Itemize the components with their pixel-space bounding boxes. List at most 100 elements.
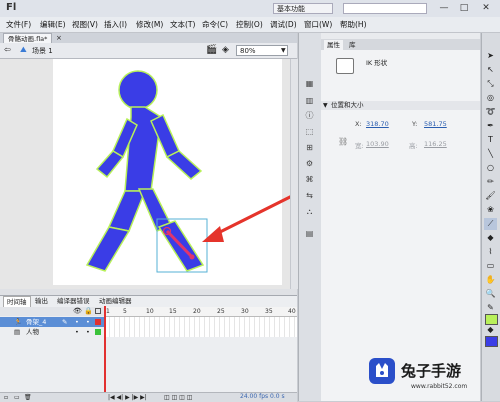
layer-icon: ▤ <box>14 328 21 336</box>
back-arrow-icon[interactable]: ⇦ <box>4 45 11 54</box>
visibility-dot[interactable]: • <box>75 327 79 337</box>
layer-name: 人物 <box>26 328 39 336</box>
3d-rotation-icon[interactable]: ◎ <box>484 92 497 104</box>
lock-dot[interactable]: • <box>86 327 90 337</box>
lock-icon[interactable]: 🔒 <box>84 307 93 316</box>
h-value[interactable]: 116.25 <box>424 140 447 148</box>
y-label: Y: <box>412 120 418 128</box>
position-size-section[interactable]: 位置和大小 <box>321 101 480 110</box>
pen-tool-icon[interactable]: ✒ <box>484 120 497 132</box>
menu-commands[interactable]: 命令(C) <box>202 18 228 31</box>
object-type-label: IK 形状 <box>366 59 388 67</box>
paint-bucket-icon[interactable]: ◆ <box>484 232 497 244</box>
vertical-scrollbar[interactable] <box>290 59 298 289</box>
frame-row[interactable] <box>105 317 297 327</box>
menu-file[interactable]: 文件(F) <box>6 18 31 31</box>
outline-icon[interactable] <box>95 308 101 314</box>
subselection-tool-icon[interactable]: ↖ <box>484 64 497 76</box>
components-icon[interactable]: ⊞ <box>303 142 316 154</box>
layer-color-box[interactable] <box>95 329 101 335</box>
hand-tool-icon[interactable]: ✋ <box>484 274 497 286</box>
menu-window[interactable]: 窗口(W) <box>304 18 332 31</box>
frame-ruler[interactable]: 1 5 10 15 20 25 30 35 40 <box>105 307 297 317</box>
menu-debug[interactable]: 调试(D) <box>270 18 297 31</box>
tab-library[interactable]: 库 <box>346 40 359 50</box>
eyedropper-icon[interactable]: ⌇ <box>484 246 497 258</box>
layer-color-box[interactable] <box>95 319 101 325</box>
scene-label: 场景 1 <box>32 47 53 55</box>
tab-motion-editor[interactable]: 动画编辑器 <box>96 296 135 306</box>
watermark-logo <box>369 358 395 384</box>
time-value: 0.0 s <box>270 393 285 400</box>
close-tab-icon[interactable]: × <box>56 33 62 43</box>
transform-icon[interactable]: ⬚ <box>303 126 316 138</box>
align-icon[interactable]: ▥ <box>303 95 316 107</box>
ruler-tick: 35 <box>265 308 273 315</box>
tab-timeline[interactable]: 时间轴 <box>3 296 31 307</box>
selection-tool-icon[interactable]: ➤ <box>484 50 497 62</box>
strings-icon[interactable]: ▤ <box>303 228 316 240</box>
chevron-down-icon[interactable]: ▼ <box>323 101 328 110</box>
workspace-switcher[interactable]: 基本功能 <box>273 3 333 14</box>
menu-modify[interactable]: 修改(M) <box>136 18 163 31</box>
text-tool-icon[interactable]: T <box>484 134 497 146</box>
h-label: 高: <box>409 142 418 150</box>
tab-compiler-errors[interactable]: 编译器错误 <box>54 296 93 306</box>
history-icon[interactable]: ⌘ <box>303 174 316 186</box>
playhead[interactable] <box>104 306 106 392</box>
maximize-button[interactable]: □ <box>456 2 472 14</box>
link-icon[interactable]: ⛓ <box>338 137 348 146</box>
menu-insert[interactable]: 插入(I) <box>104 18 127 31</box>
y-value[interactable]: 581.75 <box>424 120 447 128</box>
menu-view[interactable]: 视图(V) <box>72 18 98 31</box>
ruler-tick: 20 <box>193 308 201 315</box>
eraser-icon[interactable]: ▭ <box>484 260 497 272</box>
info-icon[interactable]: ⓘ <box>303 110 316 122</box>
x-value[interactable]: 318.70 <box>366 120 389 128</box>
menu-control[interactable]: 控制(O) <box>236 18 263 31</box>
menu-edit[interactable]: 编辑(E) <box>40 18 66 31</box>
edit-scene-icon[interactable]: 🎬 <box>206 45 217 55</box>
menu-text[interactable]: 文本(T) <box>170 18 195 31</box>
edit-symbol-icon[interactable]: ◈ <box>222 45 229 55</box>
eye-icon[interactable]: 👁 <box>73 307 82 316</box>
tab-output[interactable]: 输出 <box>32 296 51 306</box>
movie-explorer-icon[interactable]: ⇆ <box>303 190 316 202</box>
actions-icon[interactable]: ⚙ <box>303 158 316 170</box>
menu-help[interactable]: 帮助(H) <box>340 18 367 31</box>
line-tool-icon[interactable]: ╲ <box>484 148 497 160</box>
bone-tool-icon[interactable]: ⟋ <box>484 218 497 230</box>
close-button[interactable]: ✕ <box>478 2 494 14</box>
visibility-dot[interactable]: • <box>75 317 79 327</box>
tab-properties[interactable]: 属性 <box>324 40 343 50</box>
layer-row-selected[interactable]: 🏃 骨架_4 ✎ • • <box>0 317 105 327</box>
watermark-url: www.rabbit52.com <box>411 383 468 390</box>
left-thigh <box>107 190 147 232</box>
fill-color-swatch[interactable] <box>485 336 498 347</box>
bone-layer-icon: 🏃 <box>14 318 23 326</box>
lock-dot[interactable]: • <box>86 317 90 327</box>
deco-tool-icon[interactable]: ❀ <box>484 204 497 216</box>
chevron-down-icon[interactable]: ▼ <box>281 47 286 54</box>
document-tab-bar: 骨骼动画.fla* × <box>0 33 297 44</box>
right-lower-arm <box>165 150 203 180</box>
stroke-color-pencil-icon: ✎ <box>487 303 494 312</box>
fps-value[interactable]: 24.00 fps <box>240 392 268 401</box>
rectangle-tool-icon[interactable]: ○ <box>484 162 497 174</box>
free-transform-icon[interactable]: ⤡ <box>484 78 497 90</box>
swatches-icon[interactable]: ▦ <box>303 78 316 90</box>
ruler-tick: 25 <box>217 308 225 315</box>
lasso-icon[interactable]: ➰ <box>484 106 497 118</box>
ruler-tick: 1 <box>106 308 110 315</box>
brush-tool-icon[interactable]: 🖌 <box>484 190 497 202</box>
minimize-button[interactable]: — <box>436 2 452 14</box>
search-input[interactable] <box>343 3 427 14</box>
layer-row[interactable]: ▤ 人物 • • <box>0 327 105 337</box>
w-value[interactable]: 103.90 <box>366 140 389 148</box>
debug-icon[interactable]: ⛬ <box>303 206 316 218</box>
pencil-tool-icon[interactable]: ✏ <box>484 176 497 188</box>
left-lower-arm <box>95 150 125 179</box>
zoom-tool-icon[interactable]: 🔍 <box>484 288 497 300</box>
frame-row[interactable] <box>105 327 297 337</box>
stage[interactable] <box>53 59 282 285</box>
